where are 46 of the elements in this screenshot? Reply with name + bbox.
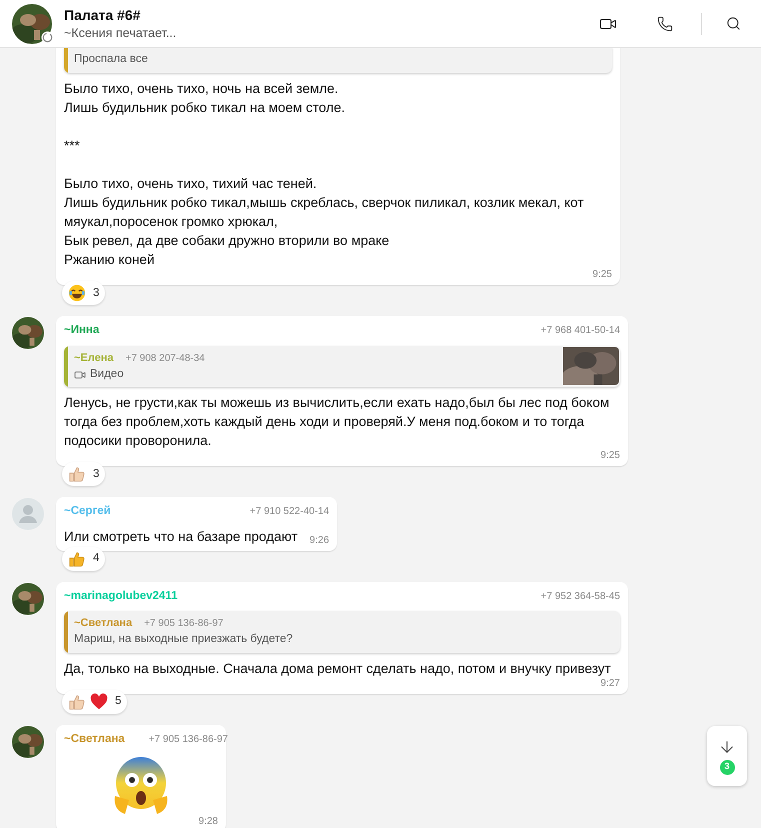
quote-phone: +7 905 136-86-97 [144,616,224,631]
typing-status: ~Ксения печатает... [64,24,176,42]
screaming-face-icon [113,756,169,816]
quote-sender: ~Светлана [74,616,132,631]
reaction-count: 5 [115,694,122,709]
heart-icon [90,692,108,710]
message-text: Или смотреть что на базаре продают [64,528,298,546]
reaction-pill[interactable]: 3 [62,462,106,486]
thumbs-up-icon [68,465,86,484]
sender-name: ~marinagolubev2411 [64,588,178,604]
phone-icon [657,16,673,32]
quote-phone: +7 908 207-48-34 [125,352,205,366]
search-icon [726,16,741,31]
sender-phone: +7 968 401-50-14 [540,324,620,338]
quote-text: Мариш, на выходные приезжать будете? [74,632,294,648]
sender-name: ~Инна [64,323,100,338]
quote-text: Проспала все [74,52,149,67]
thumbs-up-icon [68,550,86,568]
thumbs-up-icon [68,692,86,710]
status-ring-icon [41,30,54,44]
message-time: 9:27 [600,678,620,688]
sender-phone: +7 910 522-40-14 [250,505,330,520]
sender-phone: +7 952 364-58-45 [540,590,620,604]
message-text: Было тихо, очень тихо, ночь на всей земле. Лишь будильник робко тикал на моем столе. *** Было тихо, очень тихо, тихий час теней. Лишь будильник робко тикал,мышь скреблась, сверчок пиликал, козлик мекал, кот мяукал,поросенок громко хрюкал, Бык ревел, да две собаки дружно вторили во мраке Ржанию коней [64,80,585,270]
sender-name: ~Светлана [64,732,125,746]
message-time: 9:25 [592,270,612,280]
unread-badge: 3 [720,760,734,774]
reaction-pill[interactable]: 4 [62,546,106,570]
reaction-pill[interactable]: 3 [62,281,106,306]
video-icon [74,368,86,381]
message-time: 9:25 [600,451,620,462]
default-avatar-icon [12,498,44,530]
reaction-count: 3 [93,286,100,301]
sender-name: ~Сергей [64,504,111,520]
message-text: Да, только на выходные. Сначала дома ремонт сделать надо, потом и внучку привезут [64,660,612,678]
laughing-face-icon [68,284,86,302]
sender-phone: +7 905 136-86-97 [148,732,228,746]
chat-title: Палата #6# [64,6,142,24]
reaction-pill[interactable]: 5 [62,690,128,714]
message-time: 9:28 [198,816,218,827]
quote-media-label: Видео [90,367,124,382]
quote-sender: ~Елена [74,350,114,366]
reaction-count: 4 [93,550,100,566]
message-time: 9:26 [310,536,330,546]
message-text: Ленусь, не грусти,как ты можешь из вычислить,если ехать надо,был бы лес под боком тогда без проблем,хоть каждый день ходи и проверяй.У меня под.боком и то тогда подосики проворонила. [64,394,610,450]
reaction-count: 3 [93,466,100,482]
